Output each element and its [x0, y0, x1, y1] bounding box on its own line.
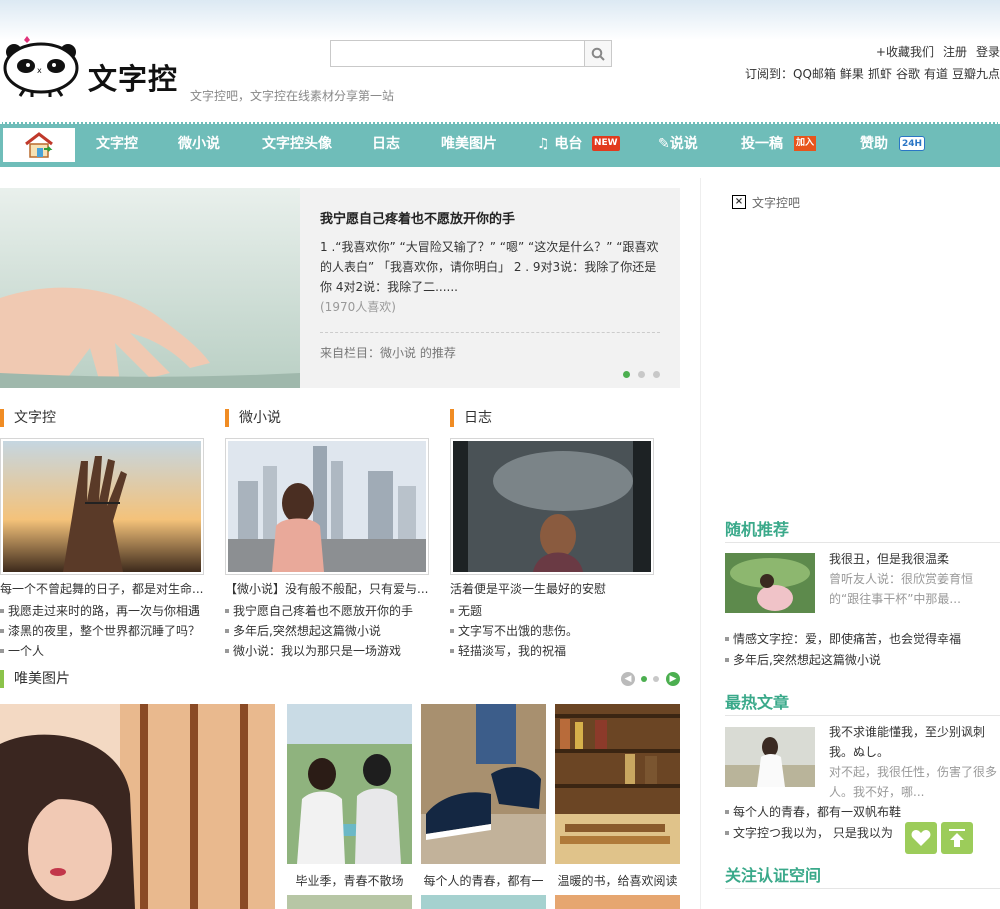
- sidebar-ad-label[interactable]: 文字控吧: [752, 194, 800, 211]
- list-item[interactable]: 微小说：我以为那只是一场游戏: [225, 642, 401, 659]
- random-feature-title[interactable]: 我很丑，但是我很温柔: [829, 549, 1000, 569]
- nav-item-micro-novel[interactable]: 微小说: [178, 122, 220, 167]
- list-item[interactable]: 无题: [450, 602, 482, 619]
- nav-item-avatar[interactable]: 文字控头像: [262, 122, 332, 167]
- favorite-button[interactable]: [905, 822, 937, 854]
- slider-source[interactable]: 来自栏目：微小说 的推荐: [320, 344, 456, 361]
- section-title[interactable]: 日志: [450, 409, 492, 427]
- subscribe-label: 订阅到：: [745, 67, 794, 81]
- list-item[interactable]: 文字写不出饿的悲伤。: [450, 622, 578, 639]
- gallery-image[interactable]: [287, 895, 412, 909]
- login-link[interactable]: 登录: [976, 45, 1000, 59]
- list-item[interactable]: 我愿走过来时的路，再一次与你相遇: [0, 602, 200, 619]
- slider-dot[interactable]: [638, 371, 645, 378]
- nav-item-submit[interactable]: 投一稿: [741, 122, 783, 167]
- panda-logo-icon: x: [3, 36, 79, 97]
- subscribe-link-youdao[interactable]: 有道: [924, 67, 948, 81]
- nav-item-shuoshuo[interactable]: ✎说说: [658, 122, 698, 167]
- home-button[interactable]: [3, 128, 75, 162]
- list-item[interactable]: 文字控つ我以为， 只是我以为: [725, 824, 893, 841]
- section-caption[interactable]: 每一个不曾起舞的日子，都是对生命...: [0, 580, 204, 597]
- home-icon: [25, 132, 53, 158]
- section-caption[interactable]: 【微小说】没有般不般配，只有爱与...: [225, 580, 429, 597]
- site-slogan: 文字控吧，文字控在线素材分享第一站: [190, 89, 395, 103]
- section-caption[interactable]: 活着便是平淡一生最好的安慰: [450, 580, 654, 597]
- slider-title[interactable]: 我宁愿自己疼着也不愿放开你的手: [320, 208, 515, 227]
- subscribe-link-zhuaxia[interactable]: 抓虾: [868, 67, 892, 81]
- broken-image-icon: ×: [732, 195, 746, 209]
- nav-badge-24h: 24H: [899, 136, 926, 151]
- list-item[interactable]: 漆黑的夜里，整个世界都沉睡了吗？: [0, 622, 200, 639]
- nav-item-pictures[interactable]: 唯美图片: [441, 122, 497, 167]
- nav-badge-join: 加入: [794, 136, 817, 151]
- gallery-dot-active[interactable]: [641, 676, 647, 682]
- hot-feature-image[interactable]: [725, 727, 815, 787]
- slider-image[interactable]: [0, 188, 300, 388]
- hot-feature-desc: 对不起，我很任性，伤害了很多人。我不好，哪...: [829, 765, 998, 799]
- gallery-image-large[interactable]: [0, 704, 275, 909]
- section-title[interactable]: 文字控: [0, 409, 56, 427]
- bookmark-link[interactable]: +收藏我们: [876, 45, 934, 59]
- heart-icon: [911, 830, 931, 846]
- gallery-prev-icon[interactable]: ◀: [621, 672, 635, 686]
- register-link[interactable]: 注册: [943, 45, 967, 59]
- subscribe-link-qq[interactable]: QQ邮箱: [793, 67, 836, 81]
- gallery-image[interactable]: [287, 704, 412, 864]
- gallery-caption[interactable]: 每个人的青春，都有一: [421, 872, 546, 889]
- list-item[interactable]: 我宁愿自己疼着也不愿放开你的手: [225, 602, 413, 619]
- subscribe-link-xianguo[interactable]: 鲜果: [840, 67, 864, 81]
- subscribe-link-douban[interactable]: 豆瓣九点: [952, 67, 1000, 81]
- nav-item-diary[interactable]: 日志: [372, 122, 400, 167]
- main-nav: [0, 122, 1000, 167]
- random-title: 随机推荐: [725, 520, 790, 539]
- hot-feature-title[interactable]: 我不求谁能懂我，至少别讽刺我。ぬし。: [829, 722, 1000, 762]
- back-to-top-button[interactable]: [941, 822, 973, 854]
- search-icon: [591, 47, 605, 61]
- slider-divider: [320, 332, 660, 333]
- gallery-title[interactable]: 唯美图片: [0, 670, 70, 688]
- search-input[interactable]: [330, 40, 612, 67]
- subscribe-link-google[interactable]: 谷歌: [896, 67, 920, 81]
- search-button[interactable]: [584, 40, 612, 67]
- top-links: +收藏我们 注册 登录: [867, 43, 1000, 60]
- divider: [725, 888, 1000, 889]
- list-item[interactable]: 每个人的青春，都有一双帆布鞋: [725, 803, 901, 820]
- gallery-image[interactable]: [421, 895, 546, 909]
- nav-item-wenzikong[interactable]: 文字控: [96, 122, 138, 167]
- gallery-caption[interactable]: 温暖的书，给喜欢阅读: [555, 872, 680, 889]
- gallery-image[interactable]: [555, 704, 680, 864]
- sidebar-divider: [700, 178, 701, 909]
- list-item[interactable]: 多年后,突然想起这篇微小说: [725, 651, 881, 668]
- nav-item-radio[interactable]: ♫ 电台: [537, 122, 582, 167]
- section-image[interactable]: [450, 438, 654, 575]
- random-feature-desc: 曾听友人说：很欣赏姜育恒的“跟往事干杯”中那最...: [829, 572, 974, 606]
- follow-title: 关注认证空间: [725, 866, 822, 885]
- site-title[interactable]: 文字控: [88, 56, 178, 98]
- list-item[interactable]: 情感文字控：爱，即使痛苦，也会觉得幸福: [725, 630, 961, 647]
- gallery-next-icon[interactable]: ▶: [666, 672, 680, 686]
- section-title[interactable]: 微小说: [225, 409, 281, 427]
- section-image[interactable]: [225, 438, 429, 575]
- nav-item-sponsor[interactable]: 赞助: [860, 122, 888, 167]
- slider-dot[interactable]: [653, 371, 660, 378]
- svg-text:x: x: [37, 66, 42, 75]
- gallery-image[interactable]: [555, 895, 680, 909]
- nav-badge-new: NEW: [592, 136, 620, 151]
- divider: [725, 715, 1000, 716]
- arrow-up-icon: [949, 829, 965, 847]
- random-feature-image[interactable]: [725, 553, 815, 613]
- hot-title: 最热文章: [725, 693, 790, 712]
- gallery-image[interactable]: [421, 704, 546, 864]
- list-item[interactable]: 多年后,突然想起这篇微小说: [225, 622, 381, 639]
- gallery-caption[interactable]: 毕业季，青春不散场: [287, 872, 412, 889]
- list-item[interactable]: 轻描淡写，我的祝福: [450, 642, 566, 659]
- gallery-dot[interactable]: [653, 676, 659, 682]
- slider-dot-active[interactable]: [623, 371, 630, 378]
- subscribe-bar: 订阅到：QQ邮箱 鲜果 抓虾 谷歌 有道 豆瓣九点: [745, 65, 1000, 82]
- section-image[interactable]: [0, 438, 204, 575]
- divider: [725, 542, 1000, 543]
- slider-description: 1 .“我喜欢你” “大冒险又输了？” “嗯” “这次是什么？” “跟喜欢的人表…: [320, 240, 659, 294]
- slider-like-count: (1970人喜欢): [320, 300, 396, 314]
- list-item[interactable]: 一个人: [0, 642, 44, 659]
